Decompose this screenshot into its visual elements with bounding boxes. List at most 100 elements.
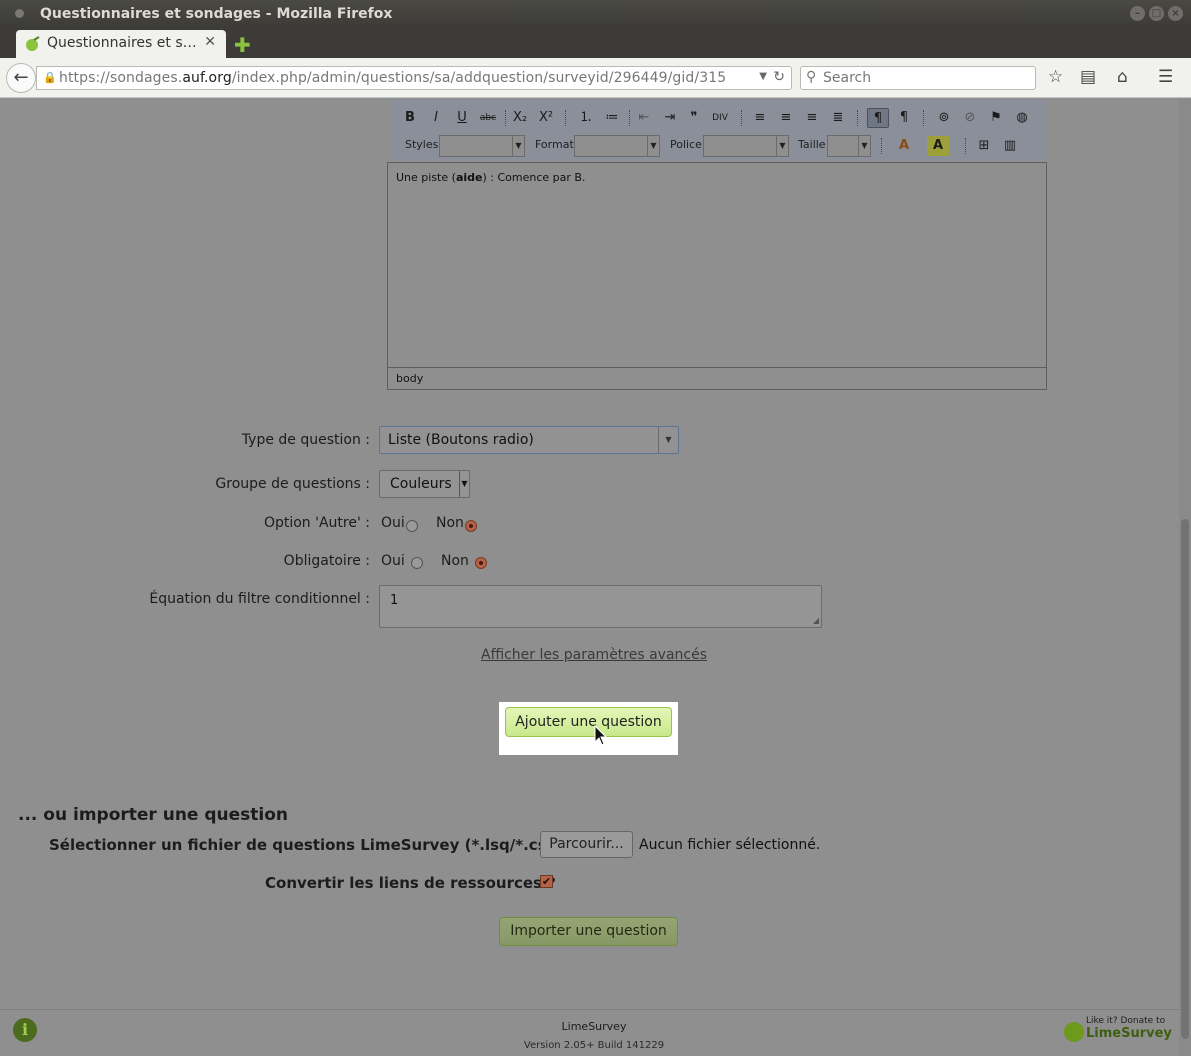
link-icon[interactable]: ⊚ [933,108,955,128]
resize-grip-icon[interactable]: ◢ [813,616,819,625]
add-question-button[interactable]: Ajouter une question [505,707,672,737]
limesurvey-favicon-icon [26,36,40,51]
mouse-cursor-icon [594,725,608,746]
align-right-icon[interactable]: ≡ [801,108,823,128]
import-section-title: ... ou importer une question [18,805,289,825]
align-left-icon[interactable]: ≡ [749,108,771,128]
show-source-icon[interactable]: ▥ [999,136,1021,156]
window-menu-icon[interactable] [15,9,24,18]
scrollbar-thumb[interactable] [1181,519,1189,1039]
other-yes-radio[interactable] [406,520,418,532]
page-footer: i LimeSurvey Version 2.05+ Build 141229 … [0,1009,1179,1056]
underline-button[interactable]: U [451,108,473,128]
filter-equation-textarea[interactable]: 1 ◢ [379,585,822,628]
bookmark-star-icon[interactable]: ☆ [1048,67,1063,87]
align-center-icon[interactable]: ≡ [775,108,797,128]
chevron-down-icon: ▼ [647,136,659,156]
import-file-label: Sélectionner un fichier de questions Lim… [49,836,570,854]
toolbar-separator [965,138,966,154]
align-justify-icon[interactable]: ≣ [827,108,849,128]
text-color-icon[interactable]: A [893,136,915,156]
mandatory-yes-radio[interactable] [411,557,423,569]
browse-button[interactable]: Parcourir... [540,831,633,858]
search-input[interactable]: ⚲ Search [800,66,1036,90]
url-dropdown-icon[interactable]: ▼ [759,71,767,82]
chevron-down-icon: ▼ [512,136,524,156]
other-no-label: Non [436,515,464,531]
chevron-down-icon: ▼ [459,471,469,497]
unlink-icon[interactable]: ⊘ [959,108,981,128]
editor-content: Une piste (aide) : Comence par B. [396,171,586,184]
format-label: Format [535,138,574,151]
editor-area[interactable]: Une piste (aide) : Comence par B. body [387,162,1047,390]
donate-line-1: Like it? Donate to [1086,1016,1166,1026]
chevron-down-icon: ▼ [658,427,678,453]
url-bar[interactable]: 🔒 https://sondages.auf.org/index.php/adm… [36,66,792,90]
italic-button[interactable]: I [425,108,447,128]
toolbar-separator [881,138,882,154]
editor-element-path[interactable]: body [388,367,1046,389]
other-no-radio[interactable] [465,520,477,532]
window-titlebar: Questionnaires et sondages - Mozilla Fir… [0,0,1191,28]
other-option-label: Option 'Autre' : [263,515,370,531]
editor-toolbar: B I U abc X₂ X² ⒈ ≔ ⇤ ⇥ ❞ DIV ≡ ≡ ≡ ≣ ¶ … [389,99,1045,161]
footer-version: Version 2.05+ Build 141229 [523,1040,665,1051]
advanced-settings-link[interactable]: Afficher les paramètres avancés [481,647,707,663]
home-icon[interactable]: ⌂ [1117,67,1128,87]
chevron-down-icon: ▼ [776,136,788,156]
chevron-down-icon: ▼ [858,136,870,156]
donate-link[interactable]: Like it? Donate to LimeSurvey [1064,1014,1172,1042]
maximize-editor-icon[interactable]: ⊞ [973,136,995,156]
police-combo[interactable]: ▼ [703,135,789,157]
mandatory-yes-label: Oui [381,553,405,569]
convert-links-label: Convertir les liens de ressources ? [265,874,556,892]
background-color-icon[interactable]: A [927,136,949,156]
rtl-direction-icon[interactable]: ¶ [893,108,915,128]
mandatory-no-radio[interactable] [475,557,487,569]
tab-close-icon[interactable]: ✕ [204,34,216,50]
toolbar-separator [629,110,630,126]
ltr-direction-icon[interactable]: ¶ [867,108,889,128]
toolbar-separator [505,110,506,126]
taille-combo[interactable]: ▼ [827,135,871,157]
anchor-flag-icon[interactable]: ⚑ [985,108,1007,128]
minimize-button[interactable]: – [1130,6,1145,21]
decrease-indent-icon[interactable]: ⇤ [633,108,655,128]
bold-button[interactable]: B [399,108,421,128]
question-group-select[interactable]: Couleurs ▼ [379,470,470,498]
convert-links-checkbox[interactable]: ✔ [540,875,553,888]
format-combo[interactable]: ▼ [574,135,660,157]
subscript-button[interactable]: X₂ [509,108,531,128]
new-tab-icon[interactable]: ✚ [234,33,251,57]
reading-list-icon[interactable]: ▤ [1080,67,1096,87]
navigation-bar: ← 🔒 https://sondages.auf.org/index.php/a… [0,58,1191,98]
vertical-scrollbar[interactable] [1179,99,1191,1056]
import-question-button[interactable]: Importer une question [499,917,678,946]
footer-app-name: LimeSurvey [561,1020,627,1033]
globe-icon[interactable]: ◍ [1011,108,1033,128]
increase-indent-icon[interactable]: ⇥ [659,108,681,128]
superscript-button[interactable]: X² [535,108,557,128]
styles-combo[interactable]: ▼ [439,135,525,157]
question-type-select[interactable]: Liste (Boutons radio) ▼ [379,426,679,454]
reload-icon[interactable]: ↻ [773,69,785,85]
lock-icon: 🔒 [43,71,57,84]
blockquote-icon[interactable]: ❞ [683,108,705,128]
mandatory-no-label: Non [441,553,469,569]
police-label: Police [670,138,702,151]
lime-logo-icon [1064,1022,1084,1042]
toolbar-separator [565,110,566,126]
strikethrough-button[interactable]: abc [477,108,499,128]
div-container-icon[interactable]: DIV [709,108,731,128]
menu-hamburger-icon[interactable]: ☰ [1158,67,1173,87]
toolbar-separator [741,110,742,126]
url-text: https://sondages.auf.org/index.php/admin… [59,70,727,86]
mandatory-label: Obligatoire : [283,553,370,569]
bulleted-list-icon[interactable]: ≔ [601,108,623,128]
close-window-button[interactable]: × [1168,6,1183,21]
back-arrow-icon[interactable]: ← [6,63,36,93]
browser-tab[interactable]: Questionnaires et sondages ✕ [16,30,226,58]
maximize-button[interactable]: □ [1149,6,1164,21]
numbered-list-icon[interactable]: ⒈ [575,108,597,128]
question-type-label: Type de question : [241,432,370,448]
